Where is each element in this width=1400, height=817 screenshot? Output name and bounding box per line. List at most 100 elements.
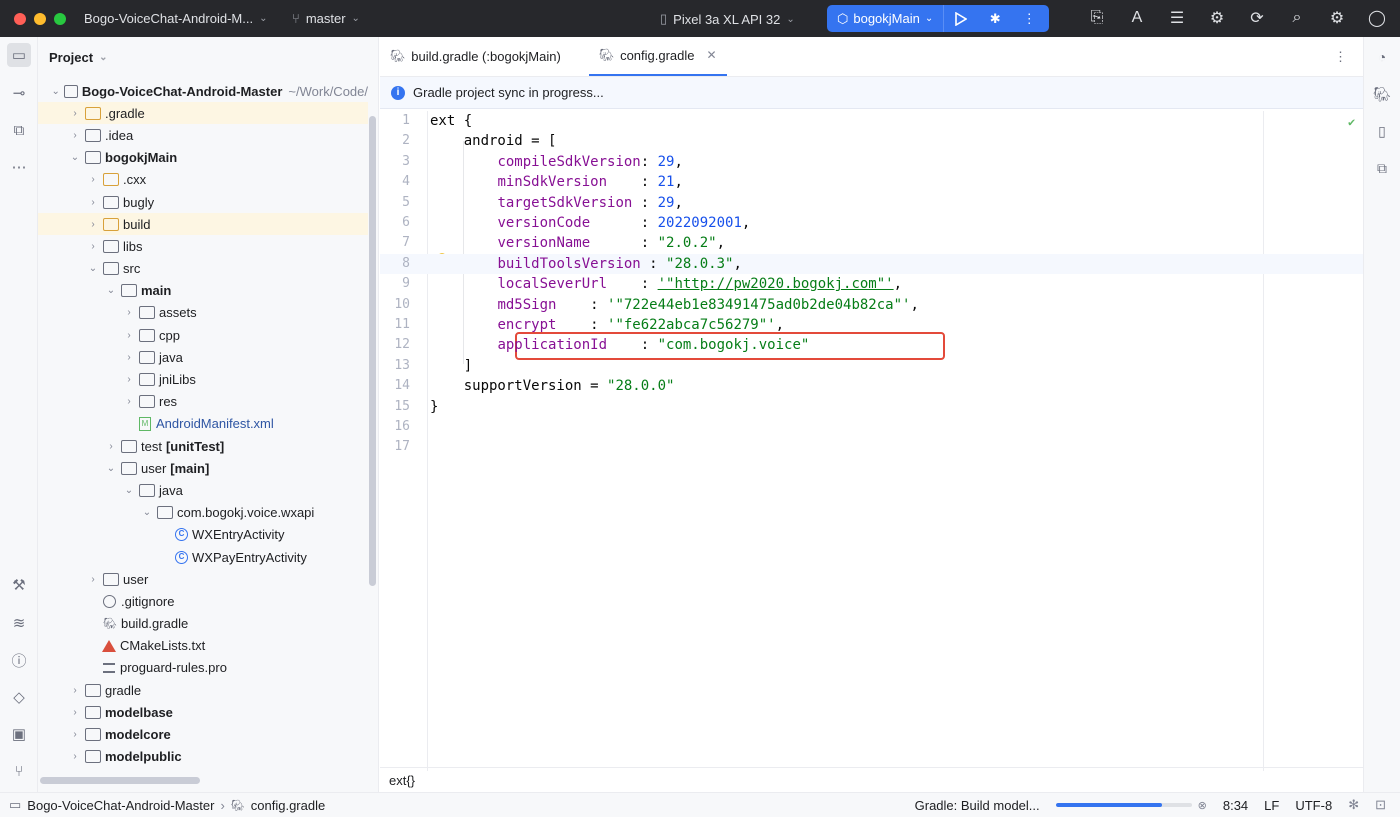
zoom-window-button[interactable] <box>54 12 66 25</box>
tree-item[interactable]: ⌄ java <box>38 479 368 501</box>
lock-icon[interactable]: ⊡ <box>1375 797 1386 813</box>
tree-item[interactable]: › test [unitTest] <box>38 435 368 457</box>
device-manager-tool-icon[interactable]: ▯ <box>1371 120 1393 142</box>
tree-item[interactable]: CMakeLists.txt <box>38 635 368 657</box>
expand-arrow-icon[interactable]: › <box>68 707 82 718</box>
tree-item[interactable]: › cpp <box>38 324 368 346</box>
problems-tool-icon[interactable]: ⓘ <box>7 648 31 672</box>
debug-button[interactable]: ✱ <box>978 5 1012 32</box>
logcat-icon[interactable]: ☰ <box>1166 7 1188 29</box>
breadcrumb[interactable]: ext{} <box>380 767 1363 792</box>
device-selector[interactable]: ▯ Pixel 3a XL API 32 ⌄ <box>660 11 795 27</box>
tree-item[interactable]: ⌄ user [main] <box>38 457 368 479</box>
build-tool-icon[interactable]: ⚒ <box>7 573 31 597</box>
vertical-scrollbar[interactable] <box>369 116 376 586</box>
expand-arrow-icon[interactable]: › <box>68 130 82 141</box>
gem-tool-icon[interactable]: ◇ <box>7 685 31 709</box>
tab-config-gradle[interactable]: 🐘︎ config.gradle ✕ <box>588 36 727 76</box>
account-icon[interactable]: ◯ <box>1366 7 1388 29</box>
logcat-tool-icon[interactable]: ≋ <box>7 611 31 635</box>
expand-arrow-icon[interactable]: ⌄ <box>68 152 82 163</box>
background-task-label[interactable]: Gradle: Build model... <box>915 798 1040 813</box>
expand-arrow-icon[interactable]: › <box>122 374 136 385</box>
tree-item[interactable]: ⌄ bogokjMain <box>38 147 368 169</box>
git-tool-icon[interactable]: ⑂ <box>7 759 31 783</box>
expand-arrow-icon[interactable]: ⌄ <box>104 463 118 474</box>
tree-item[interactable]: › modelcore <box>38 723 368 745</box>
tree-item[interactable]: › java <box>38 346 368 368</box>
tree-item[interactable]: › bugly <box>38 191 368 213</box>
tree-item[interactable]: M AndroidManifest.xml <box>38 413 368 435</box>
expand-arrow-icon[interactable]: › <box>86 574 100 585</box>
tree-item[interactable]: › modelbase <box>38 701 368 723</box>
expand-arrow-icon[interactable]: › <box>68 729 82 740</box>
tree-item[interactable]: › .idea <box>38 124 368 146</box>
expand-arrow-icon[interactable]: › <box>122 352 136 363</box>
tree-item[interactable]: ⌄ com.bogokj.voice.wxapi <box>38 502 368 524</box>
expand-arrow-icon[interactable]: ⌄ <box>86 263 100 274</box>
more-tools-icon[interactable]: ⋯ <box>7 155 31 179</box>
tree-item[interactable]: proguard-rules.pro <box>38 657 368 679</box>
sync-gradle-icon[interactable]: ⟳ <box>1246 7 1268 29</box>
tree-item[interactable]: › user <box>38 568 368 590</box>
expand-arrow-icon[interactable]: › <box>86 174 100 185</box>
file-encoding[interactable]: UTF-8 <box>1295 798 1332 813</box>
commit-tool-icon[interactable]: ⊸ <box>7 81 31 105</box>
expand-arrow-icon[interactable]: ⌄ <box>122 485 136 496</box>
device-manager-icon[interactable]: ⎘ <box>1086 7 1108 29</box>
tree-item[interactable]: 🐘︎ build.gradle <box>38 613 368 635</box>
tree-item[interactable]: › build <box>38 213 368 236</box>
run-configuration-selector[interactable]: ⬡ bogokjMain ⌄ <box>827 5 945 32</box>
tree-item[interactable]: › modelpublic <box>38 746 368 768</box>
tree-item[interactable]: › assets <box>38 302 368 324</box>
tree-item[interactable]: › .cxx <box>38 169 368 191</box>
cancel-task-icon[interactable]: ⊗ <box>1198 799 1207 812</box>
close-tab-icon[interactable]: ✕ <box>707 48 717 62</box>
line-separator[interactable]: LF <box>1264 798 1279 813</box>
tree-item[interactable]: ⌄ src <box>38 258 368 280</box>
running-devices-icon[interactable]: ⧉ <box>1371 157 1393 179</box>
search-icon[interactable]: ⌕ <box>1286 7 1308 29</box>
run-button[interactable] <box>944 5 978 32</box>
tree-item[interactable]: C WXEntryActivity <box>38 524 368 546</box>
more-actions-button[interactable]: ⋮ <box>1012 5 1046 32</box>
tree-item[interactable]: C WXPayEntryActivity <box>38 546 368 568</box>
path-file[interactable]: config.gradle <box>251 798 325 813</box>
gradle-tool-icon[interactable]: 🐘︎ <box>1371 83 1393 105</box>
expand-arrow-icon[interactable]: › <box>86 219 100 230</box>
project-switcher[interactable]: Bogo-VoiceChat-Android-M... ⌄ <box>84 11 267 26</box>
tab-build-gradle[interactable]: 🐘︎ build.gradle (:bogokjMain) <box>380 36 571 76</box>
code-editor[interactable]: ✔ 1 ext {2 android = [3 compileSdkVersion… <box>380 111 1363 771</box>
notifications-icon[interactable]: ◔ <box>1371 46 1393 68</box>
expand-arrow-icon[interactable]: › <box>68 108 82 119</box>
expand-arrow-icon[interactable]: › <box>68 685 82 696</box>
tree-root[interactable]: ⌄ Bogo-VoiceChat-Android-Master ~/Work/C… <box>38 80 368 102</box>
tree-item[interactable]: .gitignore <box>38 590 368 612</box>
structure-tool-icon[interactable]: ⧉ <box>7 118 31 142</box>
tree-item[interactable]: › jniLibs <box>38 368 368 390</box>
caret-position[interactable]: 8:34 <box>1223 798 1248 813</box>
expand-arrow-icon[interactable]: ⌄ <box>104 285 118 296</box>
expand-arrow-icon[interactable]: › <box>104 441 118 452</box>
app-inspection-icon[interactable]: ⚙ <box>1206 7 1228 29</box>
expand-arrow-icon[interactable]: ⌄ <box>140 507 154 518</box>
tree-item[interactable]: › res <box>38 391 368 413</box>
tree-item[interactable]: › gradle <box>38 679 368 701</box>
tree-item[interactable]: › libs <box>38 235 368 257</box>
settings-gear-icon[interactable]: ⚙ <box>1326 7 1348 29</box>
expand-arrow-icon[interactable]: › <box>122 396 136 407</box>
horizontal-scrollbar[interactable] <box>40 777 200 784</box>
tree-item[interactable]: ⌄ main <box>38 280 368 302</box>
project-tool-icon[interactable]: ▭ <box>7 43 31 67</box>
project-panel-header[interactable]: Project ⌄ <box>38 37 378 77</box>
tree-item[interactable]: › .gradle <box>38 102 368 125</box>
terminal-tool-icon[interactable]: ▣ <box>7 722 31 746</box>
expand-arrow-icon[interactable]: › <box>86 197 100 208</box>
branch-switcher[interactable]: ⑂ master ⌄ <box>292 11 360 26</box>
tabs-menu-icon[interactable]: ⋮ <box>1334 49 1347 65</box>
expand-arrow-icon[interactable]: › <box>122 330 136 341</box>
expand-arrow-icon[interactable]: › <box>122 307 136 318</box>
minimize-window-button[interactable] <box>34 12 46 25</box>
path-root[interactable]: Bogo-VoiceChat-Android-Master <box>27 798 214 813</box>
expand-arrow-icon[interactable]: › <box>68 751 82 762</box>
